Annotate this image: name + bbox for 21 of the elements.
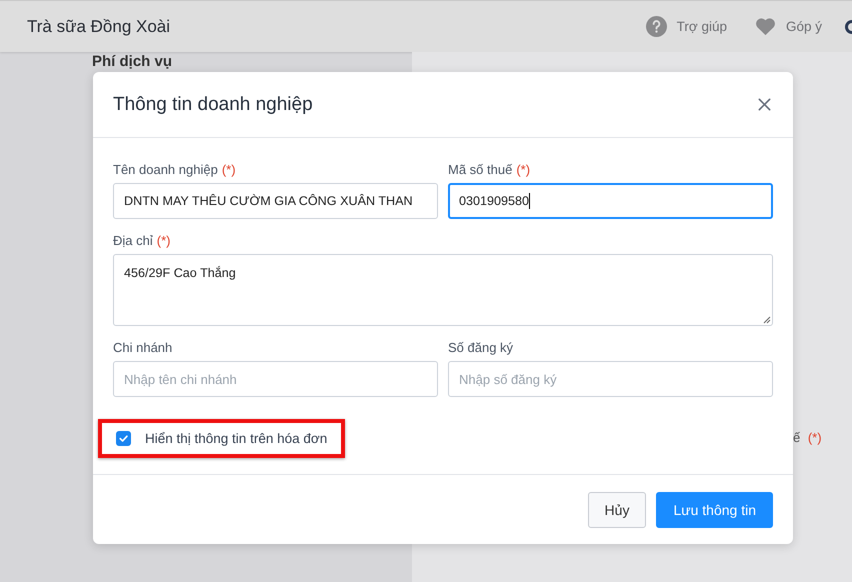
resize-grip-icon[interactable]	[763, 316, 771, 324]
checkbox-box[interactable]	[116, 431, 131, 446]
checkbox[interactable]: Hiển thị thông tin trên hóa đơn	[116, 431, 328, 446]
input-field[interactable]: DNTN MAY THÊU CƯỜM GIA CÔNG XUÂN THAN	[113, 183, 438, 219]
field-label: Tên doanh nghiệp (*)	[113, 162, 237, 177]
header-link[interactable]: Trợ giúp	[646, 16, 727, 37]
heart-icon	[754, 16, 776, 37]
field-label: Địa chỉ (*)	[113, 233, 172, 248]
section-title: Phí dịch vụ	[92, 53, 172, 70]
text-area[interactable]: 456/29F Cao Thắng	[113, 254, 773, 326]
field-label: Mã số thuế (*)	[448, 162, 532, 177]
field-label: Số đăng ký	[448, 340, 514, 355]
close-icon[interactable]	[758, 98, 771, 111]
header-link[interactable]: Góp ý	[754, 16, 822, 37]
field-label: ế (*)	[793, 430, 822, 445]
cancel-button[interactable]: Hủy	[588, 492, 646, 528]
input-field[interactable]: 0301909580	[448, 183, 773, 219]
dialog-title: Thông tin doanh nghiệp	[113, 94, 313, 116]
help-icon	[646, 16, 667, 37]
field-label: Chi nhánh	[113, 340, 174, 355]
app-title: Trà sữa Đồng Xoài	[27, 16, 170, 36]
